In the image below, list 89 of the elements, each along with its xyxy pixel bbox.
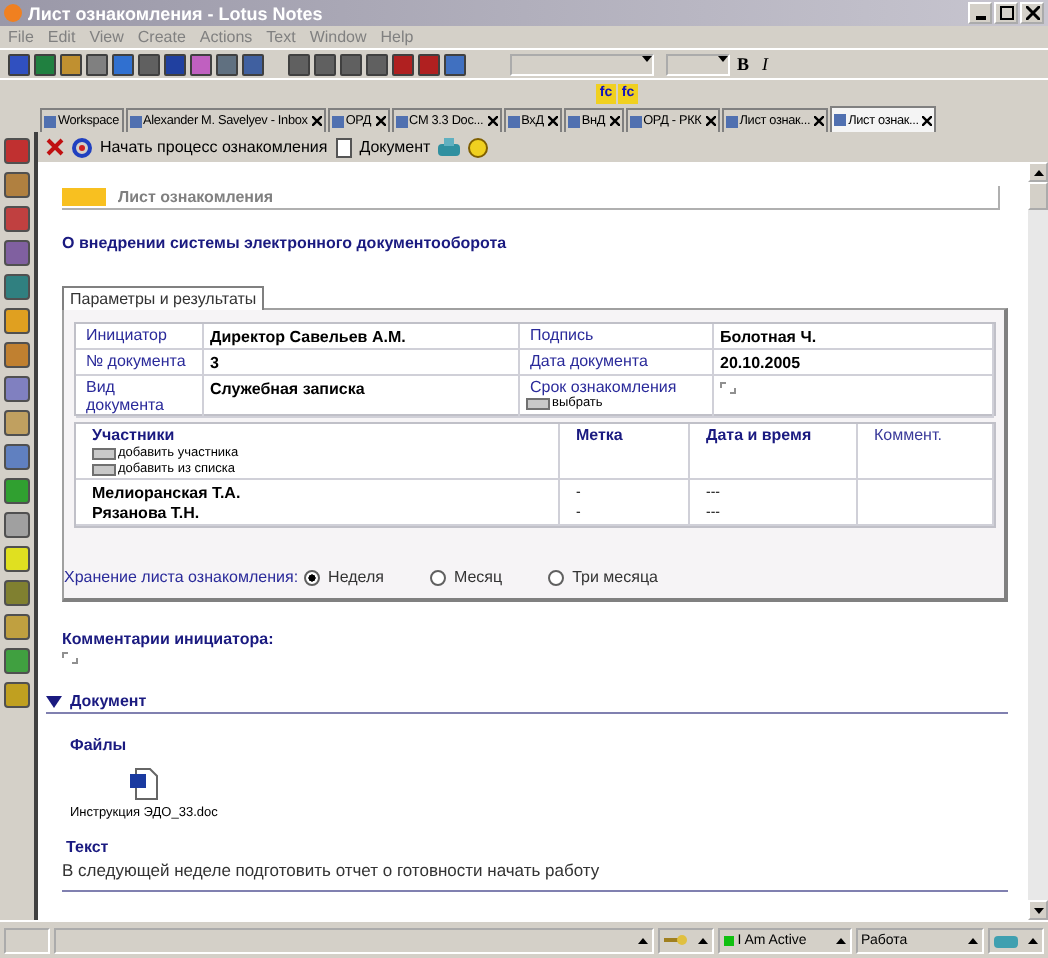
close-icon[interactable] (487, 116, 498, 126)
radio-button[interactable] (429, 569, 446, 585)
scroll-thumb[interactable] (1028, 182, 1048, 210)
field-value: Директор Савельев А.М. (210, 328, 406, 346)
document-button[interactable]: Документ (359, 138, 431, 156)
field-label: Вид документа (76, 376, 204, 416)
radio-label: Неделя (328, 568, 384, 586)
minimize-button[interactable] (968, 2, 992, 24)
italic-button[interactable]: I (756, 54, 774, 74)
field-label: Инициатор (76, 324, 204, 348)
caret-icon (968, 937, 979, 943)
toolbar-icon[interactable] (138, 53, 160, 75)
toolbar-icon[interactable] (340, 53, 362, 75)
document-subject: О внедрении системы электронного документооборота (62, 234, 509, 252)
app-icon (4, 4, 22, 22)
maximize-button[interactable] (994, 2, 1018, 24)
participant-name: Рязанова Т.Н. (92, 504, 202, 522)
toolbar-icon[interactable] (164, 53, 186, 75)
window-title: Лист ознакомления - Lotus Notes (28, 3, 325, 23)
comments-field[interactable] (62, 652, 78, 664)
field-value: Болотная Ч. (720, 328, 817, 346)
storage-label: Хранение листа ознакомления: (64, 568, 299, 586)
radio-button[interactable] (304, 569, 321, 585)
toolbar-icon[interactable] (288, 53, 310, 75)
close-icon[interactable] (922, 115, 933, 125)
caret-icon (638, 937, 649, 943)
status-segment (4, 927, 50, 953)
field-value: Служебная записка (210, 380, 365, 398)
toolbar-icon[interactable] (418, 53, 440, 75)
toolbar-icon[interactable] (216, 53, 238, 75)
close-icon[interactable] (375, 116, 386, 126)
close-icon[interactable] (547, 116, 558, 126)
column-header: Коммент. (874, 426, 944, 444)
toolbar-icon[interactable] (242, 53, 264, 75)
close-icon[interactable] (609, 116, 620, 126)
maximize-icon (999, 6, 1013, 20)
close-icon[interactable] (311, 116, 322, 126)
column-header: Метка (576, 426, 625, 444)
status-icon (723, 935, 734, 945)
up-arrow-icon (1033, 169, 1043, 175)
word-file-icon[interactable] (129, 768, 158, 800)
key-icon (664, 934, 689, 946)
text-label: Текст (66, 838, 111, 856)
document-icon (335, 137, 352, 157)
caret-icon (1028, 937, 1038, 943)
form-header: Лист ознакомления (62, 186, 1000, 210)
document-text: В следующей неделе подготовить отчет о готовности начать работу (62, 860, 602, 880)
radio-button[interactable] (548, 569, 565, 585)
radio-label: Месяц (453, 568, 503, 586)
caret-icon (835, 937, 846, 943)
start-process-button[interactable]: Начать процесс ознакомления (100, 138, 328, 156)
scrollbar[interactable] (1028, 162, 1048, 920)
section-title[interactable]: Документ (70, 692, 147, 710)
close-icon (1025, 6, 1039, 20)
close-icon[interactable] (814, 116, 825, 126)
size-dropdown[interactable] (666, 53, 730, 75)
column-header: Дата и время (706, 426, 814, 444)
close-button[interactable] (1020, 2, 1044, 24)
field-label: № документа (76, 350, 204, 374)
comments-label: Комментарии инициатора: (62, 630, 276, 648)
form-tab[interactable]: Параметры и результаты (62, 286, 265, 310)
bold-button[interactable]: B (734, 54, 752, 74)
toolbar-icon[interactable] (444, 53, 466, 75)
toolbar-icon[interactable] (86, 53, 108, 75)
twistie-icon[interactable] (46, 695, 62, 707)
radio-label: Три месяца (572, 568, 658, 586)
key-dropdown[interactable] (658, 927, 714, 953)
close-icon[interactable] (705, 116, 716, 126)
toolbar-icon[interactable] (314, 53, 336, 75)
field-value: 20.10.2005 (720, 354, 801, 372)
replication-dropdown[interactable] (988, 927, 1044, 953)
toolbar-icon[interactable] (392, 53, 414, 75)
toolbar-icon[interactable] (60, 53, 82, 75)
empty-field[interactable] (720, 382, 736, 394)
toolbar-icon[interactable] (34, 53, 56, 75)
field-label: Подпись (520, 324, 714, 348)
field-value: 3 (210, 354, 219, 372)
down-arrow-icon (1033, 907, 1043, 913)
toolbar-icon[interactable] (190, 53, 212, 75)
participant-name: Мелиоранская Т.А. (92, 484, 243, 502)
caret-icon (718, 55, 728, 61)
toolbar-icon[interactable] (8, 53, 30, 75)
toolbar-icon[interactable] (366, 53, 388, 75)
column-header: Участники (92, 426, 177, 444)
field-label: Дата документа (520, 350, 714, 374)
toolbar-icon[interactable] (112, 53, 134, 75)
caret-icon (697, 937, 708, 943)
caret-icon (642, 55, 652, 61)
files-label: Файлы (70, 736, 129, 754)
